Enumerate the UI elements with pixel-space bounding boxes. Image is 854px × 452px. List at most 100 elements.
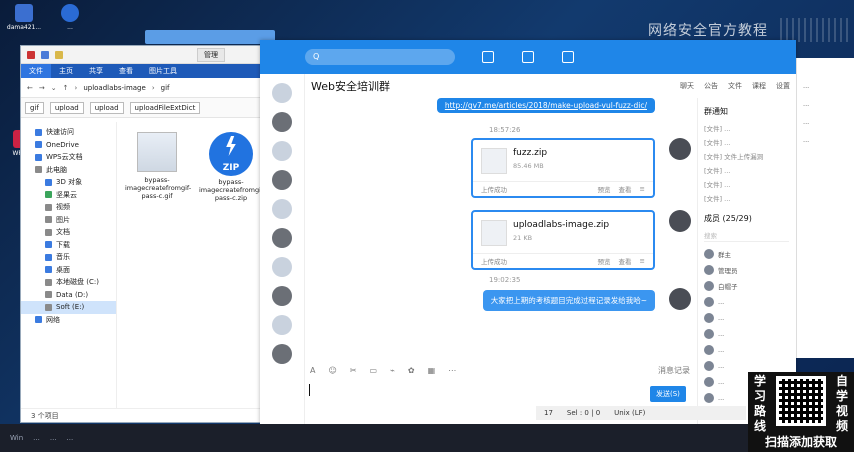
send-button[interactable]: 发送(S): [650, 386, 686, 402]
breadcrumb-item[interactable]: gif: [161, 84, 170, 92]
desktop-icon[interactable]: dama421...: [4, 4, 44, 32]
tab-notice[interactable]: 公告: [704, 81, 718, 91]
nav-item[interactable]: 3D 对象: [21, 176, 116, 189]
image-icon[interactable]: ▦: [428, 366, 436, 375]
forward-icon[interactable]: →: [39, 84, 45, 92]
nav-item[interactable]: 网络: [21, 314, 116, 327]
message-history-button[interactable]: 消息记录: [658, 365, 690, 376]
conversation-avatar[interactable]: [272, 228, 292, 248]
file-message[interactable]: uploadlabs-image.zip 21 KB 上传成功 预览 查看 ≡: [471, 210, 655, 270]
voice-icon[interactable]: ⌁: [390, 366, 395, 375]
nav-item[interactable]: 本地磁盘 (C:): [21, 276, 116, 289]
notice-item[interactable]: [文件] ...: [698, 163, 795, 177]
file-item[interactable]: ZIP bypass-imagecreatefromgif-pass-c.zip: [199, 132, 265, 202]
nav-item[interactable]: Data (D:): [21, 289, 116, 302]
preview-button[interactable]: 预览: [598, 184, 611, 194]
notice-item[interactable]: [文件] ...: [698, 121, 795, 135]
member-item[interactable]: ...: [698, 326, 795, 342]
tab-settings[interactable]: 设置: [776, 81, 790, 91]
ribbon-tab-home[interactable]: 主页: [51, 66, 81, 76]
back-icon[interactable]: ←: [27, 84, 33, 92]
nav-item[interactable]: 坚果云: [21, 189, 116, 202]
chevron-down-icon[interactable]: ⌄: [51, 84, 57, 92]
view-button[interactable]: 查看: [619, 256, 632, 266]
taskbar-item[interactable]: ...: [33, 434, 40, 442]
conversation-avatar[interactable]: [272, 112, 292, 132]
nav-item[interactable]: 桌面: [21, 264, 116, 277]
folder-icon[interactable]: ▭: [370, 366, 378, 375]
preview-button[interactable]: 预览: [598, 256, 611, 266]
emoji-icon[interactable]: ☺: [328, 366, 336, 375]
folder-tab[interactable]: upload: [49, 101, 84, 114]
ribbon-tab-picture-tools[interactable]: 图片工具: [141, 66, 185, 76]
start-button[interactable]: Win: [10, 434, 23, 442]
nav-item[interactable]: Soft (E:): [21, 301, 116, 314]
nav-item[interactable]: 此电脑: [21, 164, 116, 177]
nav-item[interactable]: 图片: [21, 214, 116, 227]
conversation-avatar[interactable]: [272, 141, 292, 161]
taskbar-item[interactable]: ...: [50, 434, 57, 442]
chat-tab-icon[interactable]: [482, 51, 494, 63]
member-item[interactable]: ...: [698, 342, 795, 358]
nav-item[interactable]: 下载: [21, 239, 116, 252]
member-item[interactable]: ...: [698, 294, 795, 310]
screenshot-icon[interactable]: ✂: [350, 366, 357, 375]
save-icon[interactable]: [41, 50, 49, 59]
more-icon[interactable]: ≡: [640, 185, 645, 193]
conversation-avatar[interactable]: [272, 344, 292, 364]
folder-icon[interactable]: [55, 50, 63, 59]
folder-tab[interactable]: gif: [25, 101, 44, 114]
address-bar[interactable]: ← → ⌄ ↑ › uploadlabs-image › gif: [21, 78, 269, 98]
line-ending[interactable]: Unix (LF): [614, 409, 645, 417]
conversation-avatar[interactable]: [272, 199, 292, 219]
member-item[interactable]: 管理员: [698, 262, 795, 278]
apps-icon[interactable]: [562, 51, 574, 63]
folder-tab[interactable]: uploadFileExtDict: [129, 101, 201, 114]
more-icon[interactable]: ≡: [640, 257, 645, 265]
more-icon[interactable]: ⋯: [448, 366, 456, 375]
folder-tab[interactable]: upload: [89, 101, 124, 114]
sender-avatar[interactable]: [669, 210, 691, 232]
member-item[interactable]: ...: [698, 310, 795, 326]
nav-item[interactable]: 快速访问: [21, 126, 116, 139]
member-item[interactable]: 白帽子: [698, 278, 795, 294]
nav-item[interactable]: 文档: [21, 226, 116, 239]
conversation-avatar[interactable]: [272, 286, 292, 306]
search-input[interactable]: Q: [305, 49, 455, 65]
link-message[interactable]: http://gv7.me/articles/2018/make-upload-…: [436, 98, 655, 113]
tab-course[interactable]: 课程: [752, 81, 766, 91]
conversation-avatar[interactable]: [272, 315, 292, 335]
conversation-avatar[interactable]: [272, 257, 292, 277]
taskbar-item[interactable]: ...: [67, 434, 74, 442]
notice-item[interactable]: [文件] ...: [698, 177, 795, 191]
desktop-icon[interactable]: ...: [50, 4, 90, 32]
notice-item[interactable]: [文件] ...: [698, 191, 795, 205]
nav-item[interactable]: 音乐: [21, 251, 116, 264]
contacts-icon[interactable]: [522, 51, 534, 63]
tab-files[interactable]: 文件: [728, 81, 742, 91]
ribbon-tab-file[interactable]: 文件: [21, 64, 51, 78]
sender-avatar[interactable]: [669, 288, 691, 310]
view-button[interactable]: 查看: [619, 184, 632, 194]
conversation-avatar[interactable]: [272, 170, 292, 190]
sticker-icon[interactable]: ✿: [408, 366, 415, 375]
member-item[interactable]: 群主: [698, 246, 795, 262]
qr-code-icon[interactable]: [776, 376, 826, 426]
breadcrumb-item[interactable]: uploadlabs-image: [83, 84, 146, 92]
ribbon-tab-view[interactable]: 查看: [111, 66, 141, 76]
sender-avatar[interactable]: [669, 138, 691, 160]
nav-item[interactable]: 视频: [21, 201, 116, 214]
ribbon-tab-share[interactable]: 共享: [81, 66, 111, 76]
up-icon[interactable]: ↑: [63, 84, 69, 92]
font-icon[interactable]: A: [310, 366, 315, 375]
manage-button[interactable]: 管理: [197, 47, 225, 62]
tab-chat[interactable]: 聊天: [680, 81, 694, 91]
notice-item[interactable]: [文件] ...: [698, 135, 795, 149]
file-message[interactable]: fuzz.zip 85.46 MB 上传成功 预览 查看 ≡: [471, 138, 655, 198]
conversation-avatar[interactable]: [272, 83, 292, 103]
file-item[interactable]: bypass-imagecreatefromgif-pass-c.gif: [125, 132, 191, 202]
notice-item[interactable]: [文件] 文件上传漏洞: [698, 149, 795, 163]
nav-item[interactable]: WPS云文档: [21, 151, 116, 164]
member-search-input[interactable]: 搜索: [704, 230, 789, 242]
text-message[interactable]: 大家把上期的考核题目完成过程记录发给我哈~: [482, 290, 655, 311]
